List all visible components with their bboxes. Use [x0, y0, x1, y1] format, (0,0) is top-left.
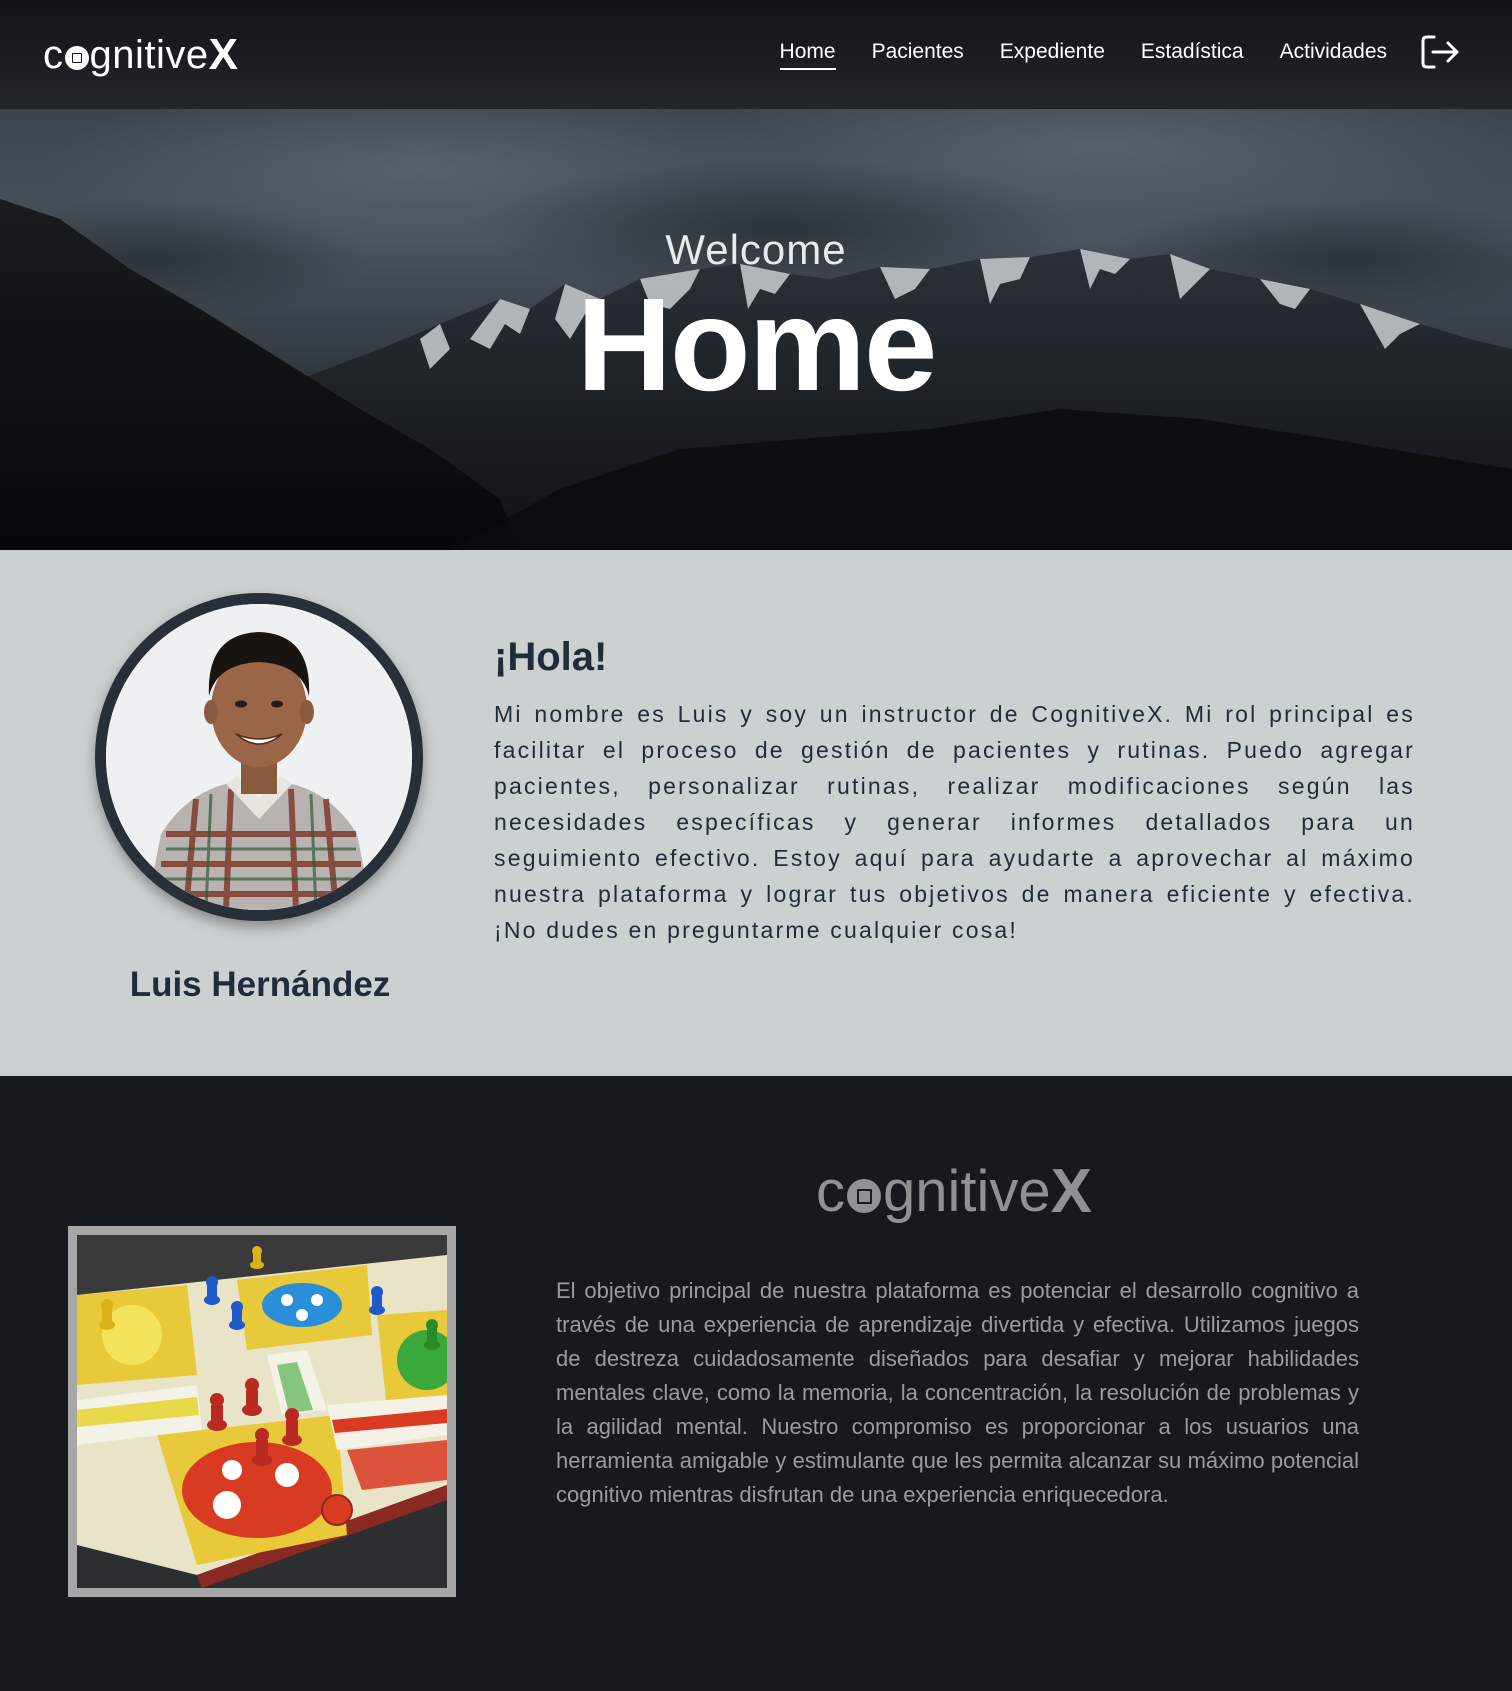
instructor-name: Luis Hernández: [129, 965, 391, 1004]
nav-link-pacientes[interactable]: Pacientes: [872, 40, 964, 70]
nav-links: Home Pacientes Expediente Estadística Ac…: [779, 40, 1387, 70]
navbar: c gnitive X Home Pacientes Expediente Esta…: [0, 0, 1512, 109]
hero-title: Home: [576, 271, 938, 418]
nav-link-expediente[interactable]: Expediente: [1000, 40, 1105, 70]
ludo-board-image: [77, 1235, 447, 1588]
hero-subtitle: Welcome: [665, 226, 847, 273]
logo-middle: gnitive: [882, 1159, 1051, 1224]
brand-logo-large: c gnitive X: [0, 1156, 1512, 1227]
nav-link-home[interactable]: Home: [779, 40, 836, 70]
logo-prefix: c: [815, 1159, 845, 1224]
mission-statement: El objetivo principal de nuestra platafo…: [556, 1278, 1359, 1507]
nav-link-actividades[interactable]: Actividades: [1280, 40, 1387, 70]
board-game-photo-frame: [68, 1226, 456, 1597]
logout-icon[interactable]: [1420, 34, 1460, 70]
board-game-photo: [77, 1235, 447, 1588]
avatar-portrait-image: [106, 604, 412, 910]
logo-prefix: c: [43, 32, 64, 77]
brain-chip-icon: [64, 46, 89, 70]
brain-chip-icon: [846, 1178, 881, 1213]
brand-logo[interactable]: c gnitive X: [43, 30, 238, 80]
avatar: [95, 593, 423, 921]
instructor-section: Luis Hernández ¡Hola! Mi nombre es Luis …: [0, 550, 1512, 1076]
logo-suffix: X: [1050, 1157, 1092, 1226]
nav-link-estadistica[interactable]: Estadística: [1141, 40, 1244, 70]
logo-suffix: X: [208, 30, 239, 79]
hero-banner: Welcome Home: [0, 109, 1512, 550]
greeting-heading: ¡Hola!: [494, 635, 608, 679]
mission-section: c gnitive X El objetivo principal de nuest…: [0, 1076, 1512, 1691]
logo-middle: gnitive: [89, 32, 209, 77]
instructor-bio: Mi nombre es Luis y soy un instructor de…: [494, 701, 1415, 943]
